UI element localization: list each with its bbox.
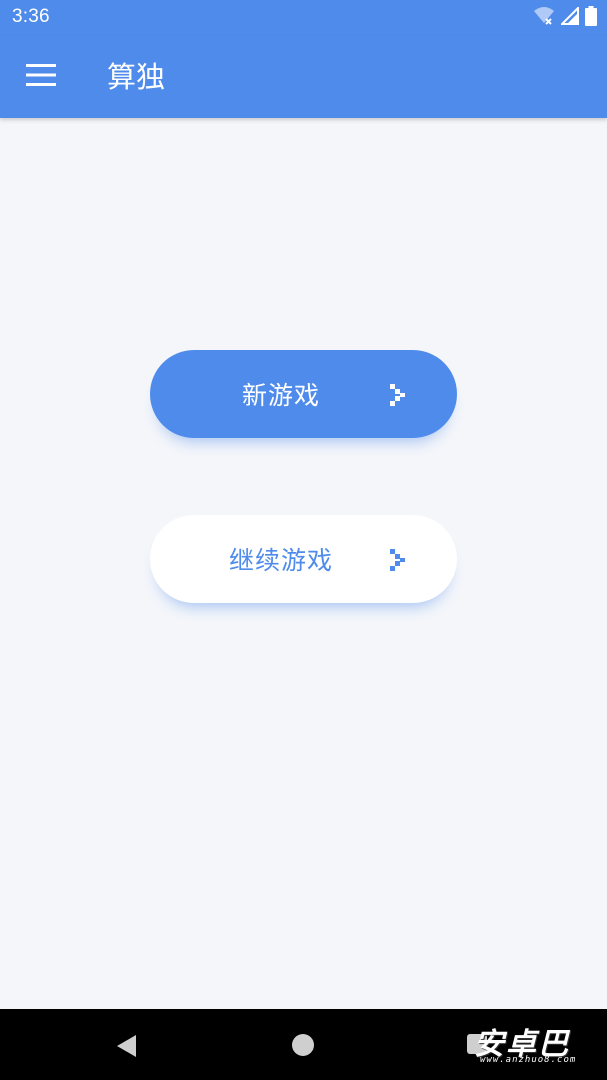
back-icon[interactable] bbox=[114, 1033, 140, 1059]
menu-button[interactable] bbox=[16, 52, 66, 102]
continue-game-button[interactable]: 继续游戏 bbox=[150, 515, 457, 603]
status-time: 3:36 bbox=[12, 6, 50, 27]
chevron-right-icon bbox=[390, 549, 406, 571]
continue-game-label: 继续游戏 bbox=[228, 546, 333, 575]
screen: 3:36 算独 新游戏 继续游戏 安卓巴 www.anzhuo8.com bbox=[0, 0, 607, 1080]
menu-icon bbox=[26, 64, 56, 90]
navigation-bar: 安卓巴 www.anzhuo8.com bbox=[0, 1009, 607, 1080]
wifi-icon bbox=[533, 6, 555, 30]
app-bar: 算独 bbox=[0, 36, 607, 118]
chevron-right-icon bbox=[390, 384, 406, 406]
watermark-subtext: www.anzhuo8.com bbox=[480, 1055, 577, 1065]
status-bar: 3:36 bbox=[0, 0, 607, 36]
home-icon[interactable] bbox=[292, 1034, 314, 1056]
battery-icon bbox=[585, 6, 597, 30]
watermark-logo: 安卓巴 www.anzhuo8.com bbox=[474, 1019, 604, 1071]
signal-icon bbox=[559, 5, 579, 29]
status-icons bbox=[533, 5, 597, 30]
new-game-label: 新游戏 bbox=[241, 381, 320, 410]
new-game-button[interactable]: 新游戏 bbox=[150, 350, 457, 438]
app-title: 算独 bbox=[107, 60, 166, 94]
